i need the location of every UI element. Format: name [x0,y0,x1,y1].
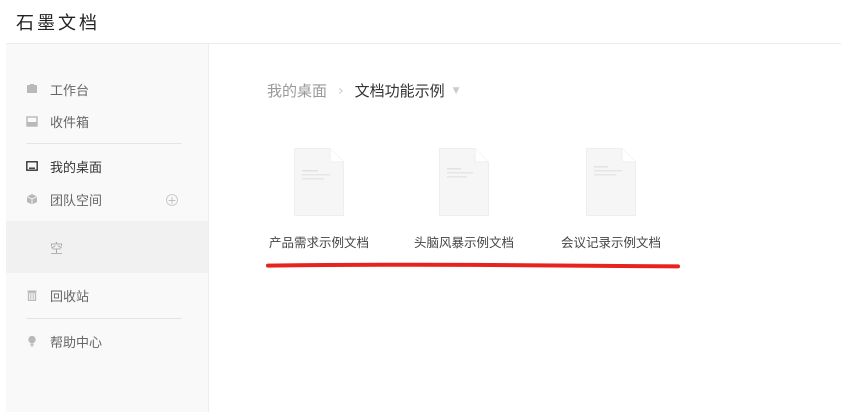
sidebar-item-label: 收件箱 [50,115,90,131]
document-name: 产品需求示例文档 [268,235,369,250]
document-icon [294,148,344,216]
sidebar-item-trash[interactable]: 回收站 [26,284,89,306]
sidebar-item-label: 我的桌面 [50,160,103,176]
help-center-icon [26,335,38,347]
sidebar-item-inbox[interactable]: 收件箱 [26,110,89,132]
caret-down-icon[interactable]: ▼ [453,86,460,96]
sidebar-divider [26,318,182,319]
document-icon [586,148,636,216]
sidebar-item-workbench[interactable]: 工作台 [26,78,89,100]
sidebar-item-label: 回收站 [50,289,90,305]
breadcrumb-root-link[interactable]: 我的桌面 [267,80,327,101]
sidebar-item-label: 团队空间 [50,193,103,209]
breadcrumb-current-folder: 文档功能示例 [354,82,445,100]
breadcrumb-separator-icon: › [338,82,344,99]
sidebar-item-team-space[interactable]: 团队空间 [26,188,102,210]
underline-stroke [266,262,680,269]
plus-circle-icon: + [167,193,177,207]
app-shell: 工作台 收件箱 我的桌面 团队空间 + 空 回收站 帮助中心 我的桌面 › 文档… [6,43,841,412]
sidebar: 工作台 收件箱 我的桌面 团队空间 + 空 回收站 帮助中心 [6,44,209,412]
app-title: 石墨文档 [16,13,100,34]
team-space-empty: 空 [6,221,208,273]
document-item-product-requirements[interactable]: 产品需求示例文档 [259,148,379,251]
document-name: 头脑风暴示例文档 [413,235,514,250]
document-icon [439,148,489,216]
workbench-icon [26,83,38,95]
breadcrumb: 我的桌面 › 文档功能示例 ▼ [267,80,460,101]
document-item-brainstorm[interactable]: 头脑风暴示例文档 [404,148,524,251]
red-underline-annotation [266,262,680,269]
team-space-empty-label: 空 [50,242,64,257]
trash-icon [26,289,38,301]
document-item-meeting-notes[interactable]: 会议记录示例文档 [551,148,671,251]
sidebar-item-help-center[interactable]: 帮助中心 [26,330,102,352]
sidebar-divider [26,143,182,144]
main-content: 我的桌面 › 文档功能示例 ▼ 产品需求示例文档 头脑风暴示例文档 会议记录示例… [209,44,841,412]
team-space-icon [26,193,38,205]
app-window: 石墨文档 工作台 收件箱 我的桌面 团队空间 + 空 回收站 帮助中心 我的桌面… [0,0,847,415]
document-name: 会议记录示例文档 [560,235,661,250]
sidebar-item-label: 工作台 [50,83,90,99]
sidebar-item-label: 帮助中心 [50,335,103,351]
desktop-icon [26,160,38,172]
inbox-icon [26,115,38,127]
add-team-button[interactable]: + [166,194,178,206]
sidebar-item-my-desktop[interactable]: 我的桌面 [26,155,102,177]
